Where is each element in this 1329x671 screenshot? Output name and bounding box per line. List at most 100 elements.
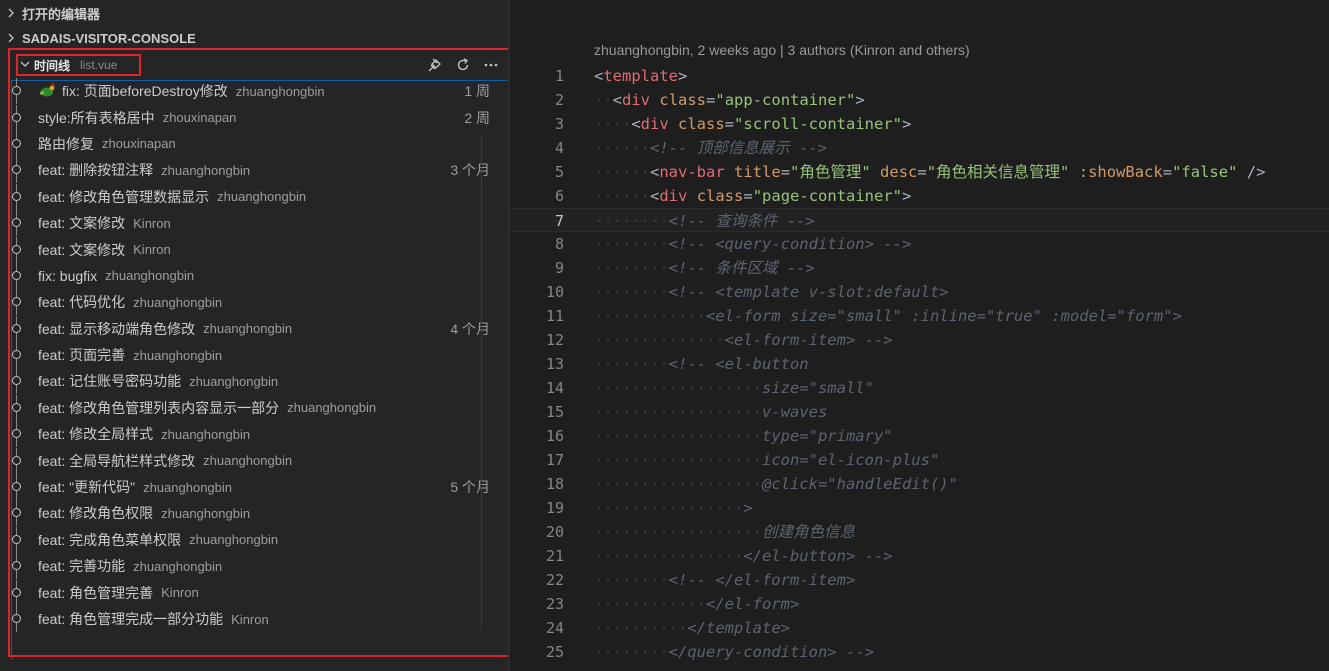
code-token: = — [1162, 163, 1173, 181]
code-line[interactable]: 6 ······<div class="page-container"> — [510, 184, 1329, 208]
commit-author: Kinron — [133, 215, 171, 231]
code-line[interactable]: 24 ··········</template> — [510, 616, 1329, 640]
indent-guide: ············ — [594, 307, 706, 325]
chevron-down-icon — [20, 58, 34, 72]
code-editor[interactable]: zhuanghongbin, 2 weeks ago | 3 authors (… — [510, 0, 1329, 671]
code-token: <!-- 条件区域 --> — [668, 259, 815, 277]
indent-guide: ·················· — [594, 475, 762, 493]
code-line[interactable]: 11 ············<el-form size="small" :inl… — [510, 304, 1329, 328]
code-line[interactable]: 1 <template> — [510, 64, 1329, 88]
timeline-entry[interactable]: feat: 完善功能 zhuanghongbin — [10, 553, 490, 580]
more-icon[interactable] — [482, 56, 500, 74]
commit-time: 2 周 — [464, 109, 490, 126]
commit-author: zhuanghongbin — [287, 400, 377, 416]
code-line[interactable]: 12 ··············<el-form-item> --> — [510, 328, 1329, 352]
timeline-entry[interactable]: feat: 代码优化 zhuanghongbin — [10, 289, 490, 316]
code-line[interactable]: 25 ········</query-condition> --> — [510, 640, 1329, 664]
timeline-entry[interactable]: feat: 角色管理完成一部分功能 Kinron — [10, 606, 490, 632]
commit-message: 路由修复 — [38, 135, 94, 152]
timeline-entry[interactable]: feat: 删除按钮注释 zhuanghongbin 3 个月 — [10, 157, 490, 184]
indent-guide: ······ — [594, 163, 650, 181]
code-line[interactable]: 23 ············</el-form> — [510, 592, 1329, 616]
commit-author: zhuanghongbin — [217, 189, 307, 205]
line-number: 24 — [545, 619, 564, 637]
code-line[interactable]: 20 ··················创建角色信息 — [510, 520, 1329, 544]
timeline-entry[interactable]: feat: 修改角色管理列表内容显示一部分 zhuanghongbin — [10, 394, 490, 421]
timeline-entry[interactable]: feat: 角色管理完善 Kinron — [10, 579, 490, 606]
code-token: = — [706, 91, 716, 109]
code-line[interactable]: 21 ················</el-button> --> — [510, 544, 1329, 568]
timeline-entry[interactable]: feat: 文案修改 Kinron — [10, 236, 490, 263]
timeline-entry[interactable]: feat: "更新代码" zhuanghongbin 5 个月 — [10, 474, 490, 501]
timeline-entry[interactable]: feat: 全局导航栏样式修改 zhuanghongbin — [10, 447, 490, 474]
code-token: v-waves — [761, 403, 828, 421]
code-token: < — [650, 187, 660, 205]
commit-time: 1 周 — [464, 83, 490, 100]
timeline-entry[interactable]: 路由修复 zhouxinapan — [10, 130, 490, 157]
refresh-icon[interactable] — [454, 56, 472, 74]
code-token: </template> — [687, 619, 790, 637]
code-line[interactable]: 14 ··················size="small" — [510, 376, 1329, 400]
commit-author: zhuanghongbin — [105, 268, 195, 284]
code-text: ··<div class="app-container"> — [594, 88, 865, 112]
commit-time: 4 个月 — [450, 320, 490, 337]
line-number: 15 — [545, 403, 564, 421]
line-number: 11 — [545, 307, 564, 325]
code-token: <el-form-item> --> — [724, 331, 893, 349]
timeline-entry[interactable]: feat: 修改全局样式 zhuanghongbin — [10, 421, 490, 448]
code-token: > — [855, 91, 865, 109]
code-line[interactable]: 2 ··<div class="app-container"> — [510, 88, 1329, 112]
code-token: :showBack — [1078, 163, 1163, 181]
code-token: "角色相关信息管理" — [926, 163, 1070, 181]
commit-node-icon — [10, 553, 24, 580]
timeline-entry[interactable]: fix: 页面beforeDestroy修改 zhuanghongbin 1 周 — [10, 78, 490, 105]
code-token: title — [734, 163, 781, 181]
code-token: size="small" — [761, 379, 874, 397]
code-token: div — [640, 115, 669, 133]
commit-message: feat: 删除按钮注释 — [38, 162, 154, 179]
commit-message: feat: 代码优化 — [38, 294, 126, 311]
indent-guide: ················ — [594, 499, 744, 517]
code-line[interactable]: 3 ····<div class="scroll-container"> — [510, 112, 1329, 136]
line-number: 17 — [545, 451, 564, 469]
code-line[interactable]: 15 ··················v-waves — [510, 400, 1329, 424]
git-blame-annotation[interactable]: zhuanghongbin, 2 weeks ago | 3 authors (… — [594, 42, 970, 58]
code-token: <!-- <el-button — [668, 355, 809, 373]
commit-message: feat: "更新代码" — [38, 479, 136, 496]
code-line[interactable]: 5 ······<nav-bar title="角色管理" desc="角色相关信… — [510, 160, 1329, 184]
timeline-entry[interactable]: fix: bugfix zhuanghongbin — [10, 262, 490, 289]
code-line[interactable]: 19 ················> — [510, 496, 1329, 520]
code-line[interactable]: 7 ········<!-- 查询条件 --> — [510, 208, 1329, 232]
timeline-entry[interactable]: feat: 修改角色管理数据显示 zhuanghongbin — [10, 183, 490, 210]
timeline-header[interactable]: 时间线 list.vue — [10, 50, 510, 80]
pin-icon[interactable] — [426, 56, 444, 74]
timeline-entry[interactable]: feat: 文案修改 Kinron — [10, 210, 490, 237]
timeline-entry[interactable]: feat: 完成角色菜单权限 zhuanghongbin — [10, 526, 490, 553]
timeline-entry[interactable]: feat: 显示移动端角色修改 zhuanghongbin 4 个月 — [10, 315, 490, 342]
line-number: 2 — [554, 91, 564, 109]
code-line[interactable]: 17 ··················icon="el-icon-plus" — [510, 448, 1329, 472]
code-line[interactable]: 4 ······<!-- 顶部信息展示 --> — [510, 136, 1329, 160]
code-line[interactable]: 10 ········<!-- <template v-slot:default> — [510, 280, 1329, 304]
project-label: SADAIS-VISITOR-CONSOLE — [22, 30, 196, 46]
code-line[interactable]: 18 ··················@click="handleEdit()… — [510, 472, 1329, 496]
commit-message: feat: 显示移动端角色修改 — [38, 320, 196, 337]
code-text: ····<div class="scroll-container"> — [594, 112, 911, 136]
timeline-title-box[interactable]: 时间线 list.vue — [16, 54, 142, 76]
indent-guide: ················ — [594, 547, 744, 565]
timeline-entry[interactable]: style:所有表格居中 zhouxinapan 2 周 — [10, 104, 490, 131]
timeline-entry[interactable]: feat: 记住账号密码功能 zhuanghongbin — [10, 368, 490, 395]
indent-guide: ········ — [594, 355, 669, 373]
timeline-entry[interactable]: feat: 修改角色权限 zhuanghongbin — [10, 500, 490, 527]
line-number: 14 — [545, 379, 564, 397]
code-area[interactable]: 1 <template> 2 ··<div class="app-container"… — [510, 64, 1329, 664]
commit-message: fix: 页面beforeDestroy修改 — [62, 83, 228, 100]
code-line[interactable]: 9 ········<!-- 条件区域 --> — [510, 256, 1329, 280]
open-editors-section[interactable]: 打开的编辑器 — [0, 0, 508, 26]
code-line[interactable]: 16 ··················type="primary" — [510, 424, 1329, 448]
code-line[interactable]: 13 ········<!-- <el-button — [510, 352, 1329, 376]
timeline-entry[interactable]: feat: 页面完善 zhuanghongbin — [10, 342, 490, 369]
code-line[interactable]: 8 ········<!-- <query-condition> --> — [510, 232, 1329, 256]
code-line[interactable]: 22 ········<!-- </el-form-item> — [510, 568, 1329, 592]
